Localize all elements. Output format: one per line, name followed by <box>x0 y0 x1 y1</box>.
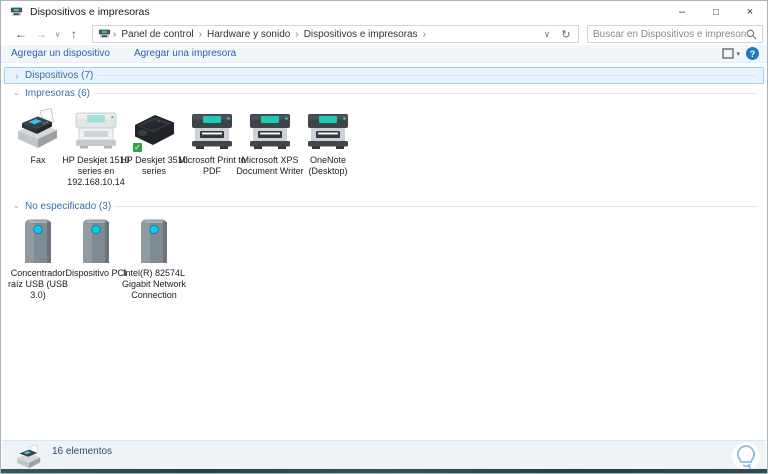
minimize-button[interactable]: – <box>665 1 699 23</box>
printer-dark-icon <box>189 105 235 151</box>
device-tile[interactable]: Microsoft Print to PDF <box>183 105 241 187</box>
printer-dark-icon <box>247 105 293 151</box>
window-controls: – □ × <box>665 1 767 23</box>
window-title: Dispositivos e impresoras <box>30 6 665 18</box>
refresh-icon[interactable]: ↻ <box>556 28 576 41</box>
navigation-bar: ← → ∨ ↑ ›Panel de control›Hardware y son… <box>1 23 767 45</box>
view-layout-icon <box>722 48 734 59</box>
view-caret-icon: ▾ <box>736 50 740 58</box>
device-tile[interactable]: HP Deskjet 1510 series en 192.168.10.14 <box>67 105 125 187</box>
device-tile[interactable]: OneNote (Desktop) <box>299 105 357 187</box>
section-header-impresoras[interactable]: ›Impresoras (6) <box>4 85 764 102</box>
breadcrumb-item[interactable]: Hardware y sonido <box>204 29 293 40</box>
breadcrumb-separator-icon: › <box>111 29 118 40</box>
device-tile[interactable]: Fax <box>9 105 67 187</box>
search-icon[interactable] <box>746 29 757 40</box>
device-tower-icon <box>79 218 113 264</box>
device-tile[interactable]: Intel(R) 82574L Gigabit Network Connecti… <box>125 218 183 300</box>
add-device-button[interactable]: Agregar un dispositivo <box>11 48 110 59</box>
breadcrumb-separator-icon[interactable]: › <box>421 29 428 40</box>
fax-icon <box>13 105 63 151</box>
search-box <box>587 25 763 43</box>
section-header-no-especificado[interactable]: ›No especificado (3) <box>4 198 764 215</box>
content-sections: ›Dispositivos (7)›Impresoras (6)FaxHP De… <box>2 64 766 439</box>
command-toolbar: Agregar un dispositivo Agregar una impre… <box>1 45 767 63</box>
printer-black-icon: ✓ <box>129 105 179 151</box>
breadcrumb-item[interactable]: Panel de control <box>118 29 196 40</box>
tile-grid-no-especificado: Concentrador raíz USB (USB 3.0)Dispositi… <box>2 216 766 310</box>
device-tower-icon <box>137 218 171 264</box>
history-chevron-icon[interactable]: ∨ <box>51 25 64 43</box>
up-icon[interactable]: ↑ <box>64 25 84 43</box>
device-label: OneNote (Desktop) <box>292 155 364 177</box>
section-divider <box>94 93 757 94</box>
section-header-dispositivos[interactable]: ›Dispositivos (7) <box>4 67 764 84</box>
chevron-down-icon: › <box>12 201 22 213</box>
selection-preview-printer-icon <box>14 444 44 468</box>
address-bar[interactable]: ›Panel de control›Hardware y sonido›Disp… <box>92 25 579 43</box>
breadcrumb: ›Panel de control›Hardware y sonido›Disp… <box>111 29 538 40</box>
search-input[interactable] <box>593 29 746 40</box>
section-label: Dispositivos (7) <box>23 70 97 81</box>
toolbar-right: ▾ ? <box>722 47 759 60</box>
explorer-window: Dispositivos e impresoras – □ × ← → ∨ ↑ … <box>0 0 768 474</box>
printer-light-icon <box>73 105 119 151</box>
device-tile[interactable]: ✓HP Deskjet 3510 series <box>125 105 183 187</box>
maximize-button[interactable]: □ <box>699 1 733 23</box>
items-count-label: 16 elementos <box>52 444 112 457</box>
title-bar: Dispositivos e impresoras – □ × <box>1 1 767 23</box>
devices-printers-icon <box>10 6 24 19</box>
taskbar-edge <box>1 469 767 473</box>
section-label: Impresoras (6) <box>23 88 94 99</box>
tile-grid-impresoras: FaxHP Deskjet 1510 series en 192.168.10.… <box>2 103 766 197</box>
section-divider <box>97 75 757 76</box>
back-icon[interactable]: ← <box>11 25 31 43</box>
breadcrumb-item[interactable]: Dispositivos e impresoras <box>301 29 421 40</box>
address-dropdown-icon[interactable]: ∨ <box>538 29 556 40</box>
breadcrumb-separator-icon: › <box>197 29 204 40</box>
breadcrumb-separator-icon: › <box>293 29 300 40</box>
close-button[interactable]: × <box>733 1 767 23</box>
status-bar: 16 elementos <box>2 440 766 469</box>
section-label: No especificado (3) <box>23 201 115 212</box>
address-location-icon <box>98 28 111 40</box>
chevron-right-icon: › <box>11 71 23 81</box>
lightbulb-watermark-icon <box>732 442 760 470</box>
printer-dark-icon <box>305 105 351 151</box>
device-tower-icon <box>21 218 55 264</box>
device-tile[interactable]: Microsoft XPS Document Writer <box>241 105 299 187</box>
device-label: Intel(R) 82574L Gigabit Network Connecti… <box>118 268 190 300</box>
chevron-down-icon: › <box>12 88 22 100</box>
section-divider <box>115 206 757 207</box>
help-icon[interactable]: ? <box>746 47 759 60</box>
device-tile[interactable]: Dispositivo PCI <box>67 218 125 300</box>
add-printer-button[interactable]: Agregar una impresora <box>134 48 236 59</box>
default-printer-badge-icon: ✓ <box>132 142 143 153</box>
change-view-button[interactable]: ▾ <box>722 48 740 59</box>
forward-icon[interactable]: → <box>31 25 51 43</box>
device-tile[interactable]: Concentrador raíz USB (USB 3.0) <box>9 218 67 300</box>
